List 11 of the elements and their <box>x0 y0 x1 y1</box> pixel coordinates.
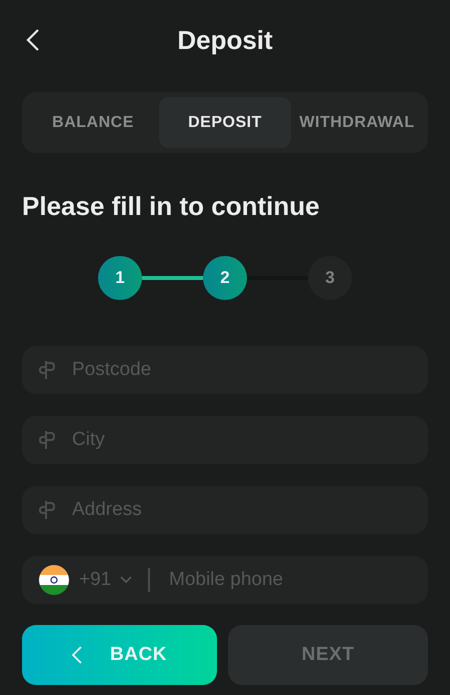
page-title: Deposit <box>177 24 273 56</box>
heading: Please fill in to continue <box>22 190 321 223</box>
signpost-icon <box>39 430 55 450</box>
back-icon[interactable] <box>25 28 41 52</box>
tab[interactable]: DEPOSIT <box>159 97 291 148</box>
signpost-icon <box>39 360 55 380</box>
tab[interactable]: WITHDRAWAL <box>291 97 423 148</box>
india-flag-icon <box>39 565 69 595</box>
chevron-left-icon <box>72 646 82 664</box>
tab[interactable]: BALANCE <box>27 97 159 148</box>
signpost-icon <box>39 500 55 520</box>
